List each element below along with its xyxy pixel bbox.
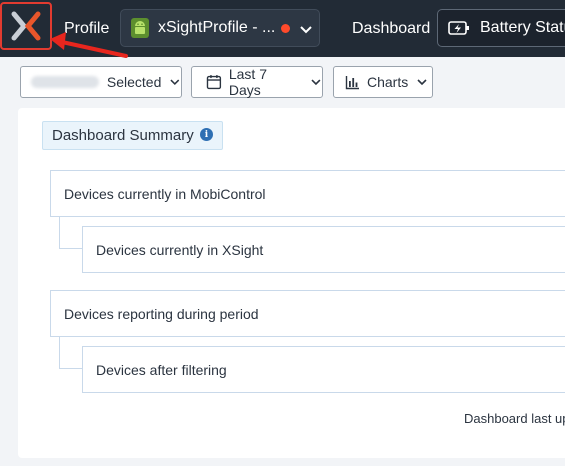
date-range-dropdown[interactable]: Last 7 Days (191, 66, 323, 98)
top-navigation-bar: Profile xSightProfile - ... Dashboard Ba… (0, 0, 565, 57)
selected-label: Selected (106, 74, 162, 90)
xsight-logo-button[interactable] (0, 2, 52, 50)
summary-row-mobicontrol: Devices currently in MobiControl (50, 170, 565, 217)
dashboard-select[interactable]: Battery Statu (437, 9, 565, 47)
summary-row-reporting: Devices reporting during period (50, 290, 565, 337)
summary-row-label: Devices currently in MobiControl (64, 185, 266, 202)
chevron-down-icon (170, 79, 180, 86)
last-updated-text: Dashboard last up (464, 411, 565, 426)
summary-row-xsight: Devices currently in XSight (82, 226, 565, 273)
chevron-down-icon (311, 79, 321, 86)
device-filter-dropdown[interactable]: Selected (20, 66, 182, 98)
summary-row-label: Devices currently in XSight (96, 241, 264, 258)
date-range-value: Last 7 Days (228, 66, 267, 98)
redacted-filter-value (31, 76, 99, 88)
profile-select[interactable]: xSightProfile - ... (120, 9, 320, 47)
info-icon[interactable]: i (200, 128, 213, 141)
dashboard-summary-title: Dashboard Summary (52, 127, 194, 144)
charts-label: Charts (367, 74, 409, 90)
profile-status-dot (281, 24, 290, 33)
summary-row-filtered: Devices after filtering (82, 346, 565, 393)
dashboard-nav-label[interactable]: Dashboard (352, 19, 430, 39)
dashboard-summary-heading: Dashboard Summary (42, 121, 223, 150)
profile-select-value: xSightProfile - ... (158, 19, 276, 36)
tree-connector (59, 337, 82, 369)
tree-connector (59, 217, 82, 249)
bar-chart-icon (345, 75, 359, 89)
calendar-icon (206, 75, 222, 90)
dashboard-summary-panel (18, 108, 565, 458)
battery-icon (448, 21, 469, 35)
xsight-logo-icon (11, 11, 41, 41)
chevron-down-icon (417, 79, 427, 86)
charts-dropdown[interactable]: Charts (333, 66, 433, 98)
summary-row-label: Devices reporting during period (64, 305, 259, 322)
android-icon (131, 18, 149, 38)
summary-row-label: Devices after filtering (96, 361, 227, 378)
profile-nav-label[interactable]: Profile (64, 19, 109, 39)
chevron-down-icon (300, 26, 312, 34)
dashboard-select-value: Battery Statu (480, 19, 565, 36)
